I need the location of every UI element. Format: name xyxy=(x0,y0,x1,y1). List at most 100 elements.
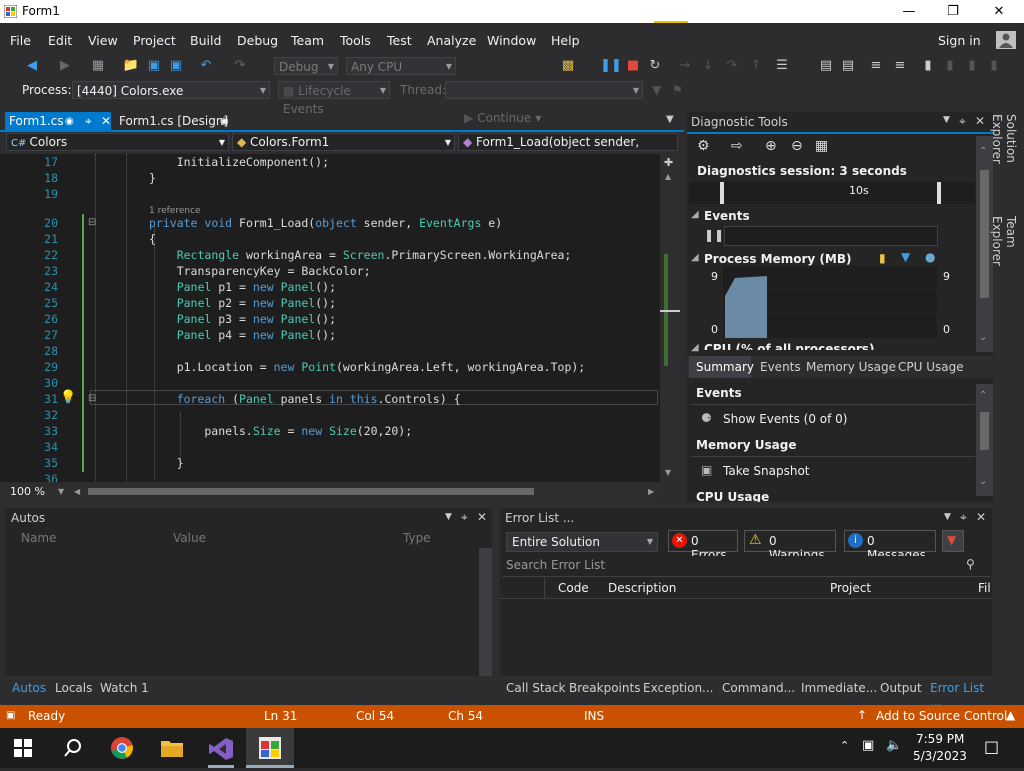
restart-icon[interactable]: ↻ xyxy=(647,57,663,73)
save-all-icon[interactable]: ▣ xyxy=(168,57,184,73)
side-tab-team-explorer[interactable]: Team Explorer xyxy=(990,216,1018,296)
column-project[interactable]: Project xyxy=(830,581,871,595)
column-name[interactable]: Name xyxy=(21,531,56,545)
tab-locals[interactable]: Locals xyxy=(55,681,92,695)
source-control-menu-icon[interactable]: ▲ xyxy=(1006,708,1015,722)
maximize-button[interactable]: ❐ xyxy=(930,0,976,23)
scroll-left-icon[interactable]: ◀ xyxy=(74,487,80,496)
menu-tools[interactable]: Tools xyxy=(340,33,371,48)
clock-date[interactable]: 5/3/2023 xyxy=(913,749,967,763)
zoom-out-icon[interactable]: ⊖ xyxy=(791,138,803,154)
column-code[interactable]: Code xyxy=(558,581,589,595)
pause-icon[interactable]: ❚❚ xyxy=(600,57,622,73)
hex-icon[interactable]: ☰ xyxy=(774,57,790,73)
show-hidden-icons-icon[interactable]: ⌃ xyxy=(840,739,849,752)
show-next-icon[interactable]: → xyxy=(677,57,693,73)
collapse-cpu-icon[interactable]: ◢ xyxy=(691,342,699,353)
events-break-icon[interactable]: ❚❚ xyxy=(704,228,724,242)
timeline-ruler[interactable]: 10s xyxy=(689,182,975,204)
clock-time[interactable]: 7:59 PM xyxy=(916,732,964,746)
pin-icon[interactable]: ◉ xyxy=(220,112,229,131)
side-tab-solution-explorer[interactable]: Solution Explorer xyxy=(990,114,1018,210)
sign-in-link[interactable]: Sign in xyxy=(938,33,981,48)
tab-autos[interactable]: Autos xyxy=(12,681,46,695)
timeline-start-handle[interactable] xyxy=(720,182,724,204)
column-type[interactable]: Type xyxy=(403,531,431,545)
uncomment-icon[interactable]: ≡ xyxy=(892,57,908,73)
visual-studio-icon[interactable] xyxy=(208,736,234,762)
close-icon[interactable]: ✕ xyxy=(477,510,487,524)
tab-cpu-usage[interactable]: CPU Usage xyxy=(898,360,964,374)
volume-icon[interactable]: 🔈 xyxy=(886,738,902,753)
filter-threads-icon[interactable]: ▼ xyxy=(652,83,661,97)
layout-icon[interactable]: ▤ xyxy=(840,57,856,73)
show-events-link[interactable]: Show Events (0 of 0) xyxy=(723,412,847,426)
tab-close-icon[interactable]: ✕ xyxy=(101,112,111,131)
take-snapshot-link[interactable]: Take Snapshot xyxy=(723,464,810,478)
start-icon[interactable] xyxy=(14,739,32,757)
settings-icon[interactable]: ⚙ xyxy=(697,138,710,154)
reset-zoom-icon[interactable]: ▦ xyxy=(815,138,828,154)
step-out-icon[interactable]: ↑ xyxy=(748,57,764,73)
panel-menu-icon[interactable]: ▼ xyxy=(943,115,950,125)
collapse-events-icon[interactable]: ◢ xyxy=(691,209,699,220)
pin-icon[interactable]: ◉ xyxy=(65,112,74,131)
error-search-box[interactable]: Search Error List ⚲ xyxy=(502,556,990,577)
tab-immediate[interactable]: Immediate... xyxy=(801,681,877,695)
format-icon[interactable]: ▤ xyxy=(818,57,834,73)
stop-icon[interactable]: ■ xyxy=(625,57,641,73)
keep-open-icon[interactable]: ⌖ xyxy=(85,112,92,131)
config-combo[interactable]: Debug ▼ xyxy=(274,57,338,75)
forward-icon[interactable]: ▶ xyxy=(57,57,73,73)
column-value[interactable]: Value xyxy=(173,531,206,545)
tab-overflow-icon[interactable]: ▼ xyxy=(666,114,674,125)
panel-menu-icon[interactable]: ▼ xyxy=(445,512,452,522)
errors-filter-button[interactable]: ✕ 0 Errors xyxy=(668,530,738,562)
code-editor[interactable]: ⊟ ⊟ 💡 17 18 19 20 21 22 23 24 25 26 27 2… xyxy=(0,154,660,482)
menu-project[interactable]: Project xyxy=(133,33,176,48)
zoom-in-icon[interactable]: ⊕ xyxy=(765,138,777,154)
filter-button[interactable]: ▼ xyxy=(942,530,964,552)
autos-vscrollbar[interactable] xyxy=(479,548,492,676)
menu-test[interactable]: Test xyxy=(387,33,412,48)
scroll-thumb[interactable] xyxy=(980,412,989,450)
split-icon[interactable]: ✚ xyxy=(664,156,673,169)
project-nav-combo[interactable]: C# Colors ▼ xyxy=(6,133,229,151)
step-over-icon[interactable]: ↷ xyxy=(724,57,740,73)
collapse-icon[interactable]: ⊟ xyxy=(88,217,96,228)
zoom-level[interactable]: 100 % xyxy=(10,485,45,498)
memory-graph[interactable] xyxy=(723,266,937,338)
summary-vscrollbar[interactable]: ⌃ ⌄ xyxy=(976,384,993,496)
lifecycle-events-combo[interactable]: ▩ Lifecycle Events ▼ xyxy=(278,81,390,116)
menu-build[interactable]: Build xyxy=(190,33,221,48)
attach-icon[interactable]: ▩ xyxy=(560,57,576,73)
menu-window[interactable]: Window xyxy=(487,33,536,48)
network-icon[interactable]: ▣ xyxy=(862,738,874,753)
messages-filter-button[interactable]: i 0 Messages xyxy=(844,530,936,562)
scroll-up-icon[interactable]: ⌃ xyxy=(979,390,987,401)
menu-edit[interactable]: Edit xyxy=(48,33,72,48)
pin-icon[interactable]: ⌖ xyxy=(959,114,966,129)
close-icon[interactable]: ✕ xyxy=(976,510,986,524)
menu-file[interactable]: File xyxy=(10,33,31,48)
file-explorer-icon[interactable] xyxy=(160,737,184,759)
events-track[interactable] xyxy=(724,226,938,246)
pin-icon[interactable]: ⌖ xyxy=(960,510,967,525)
scroll-thumb[interactable] xyxy=(980,170,989,298)
close-button[interactable]: ✕ xyxy=(976,0,1022,23)
lightbulb-icon[interactable]: 💡 xyxy=(60,390,76,405)
tab-exception[interactable]: Exception... xyxy=(643,681,714,695)
flag-threads-icon[interactable]: ⚑ xyxy=(672,83,683,97)
menu-team[interactable]: Team xyxy=(291,33,324,48)
tab-breakpoints[interactable]: Breakpoints xyxy=(569,681,640,695)
undo-icon[interactable]: ↶ xyxy=(198,57,214,73)
scroll-down-icon[interactable]: ⌄ xyxy=(979,332,987,343)
column-file[interactable]: Fil xyxy=(978,581,991,595)
menu-help[interactable]: Help xyxy=(551,33,580,48)
tab-memory-usage[interactable]: Memory Usage xyxy=(806,360,896,374)
column-description[interactable]: Description xyxy=(608,581,676,595)
back-icon[interactable]: ◀ xyxy=(24,57,40,73)
tab-watch-1[interactable]: Watch 1 xyxy=(100,681,149,695)
process-combo[interactable]: [4440] Colors.exe ▼ xyxy=(72,81,270,99)
colors-app-taskbar-button[interactable] xyxy=(246,728,294,768)
